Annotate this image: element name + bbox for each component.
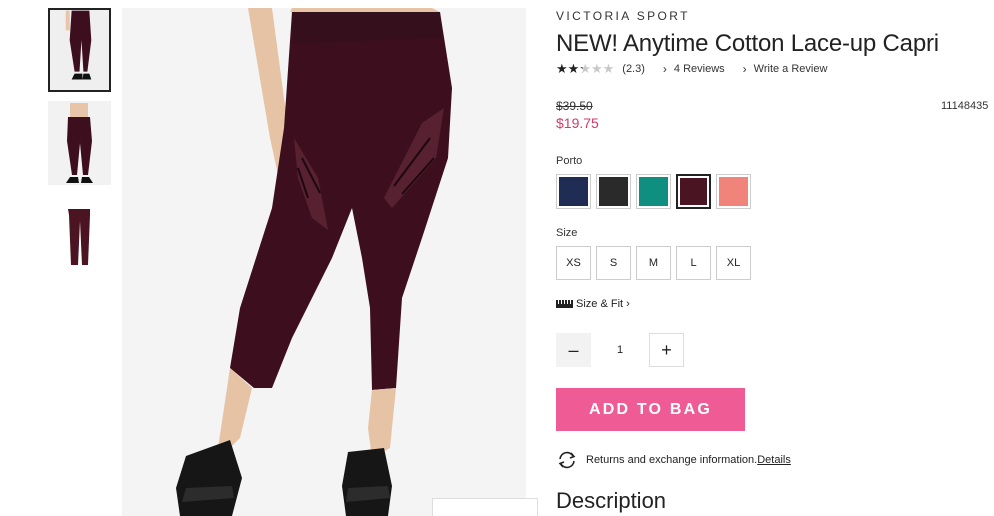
size-options: XS S M L XL <box>556 246 756 280</box>
quantity-value[interactable]: 1 <box>591 344 649 356</box>
thumbnail-back[interactable] <box>48 101 111 185</box>
returns-details-link[interactable]: Details <box>757 454 791 466</box>
color-swatches <box>556 174 756 209</box>
thumbnail-flat[interactable] <box>48 201 111 285</box>
sale-price: $19.75 <box>556 115 599 131</box>
exchange-icon <box>558 451 576 469</box>
description-heading[interactable]: Description <box>556 488 666 514</box>
star-rating: ★ ★ ★ ★ ★ <box>556 61 614 77</box>
main-product-image[interactable] <box>122 8 526 516</box>
write-review-label: Write a Review <box>753 63 828 75</box>
chevron-right-icon: › <box>662 62 667 76</box>
quantity-decrease-button[interactable]: – <box>556 333 591 367</box>
size-option-xs[interactable]: XS <box>556 246 591 280</box>
star-filled-icon: ★ <box>567 61 580 76</box>
swatch-coral[interactable] <box>716 174 751 209</box>
selected-color-label: Porto <box>556 155 583 167</box>
write-review-link[interactable]: › Write a Review <box>743 62 828 76</box>
leggings-flat-thumbnail <box>48 201 111 285</box>
size-option-s[interactable]: S <box>596 246 631 280</box>
product-title: NEW! Anytime Cotton Lace-up Capri <box>556 30 939 57</box>
size-option-xl[interactable]: XL <box>716 246 751 280</box>
star-filled-icon: ★ <box>556 61 568 76</box>
quantity-increase-button[interactable]: + <box>649 333 684 367</box>
star-empty-icon: ★ <box>602 61 615 76</box>
swatch-teal[interactable] <box>636 174 671 209</box>
model-wearing-capri-leggings-image <box>122 8 526 516</box>
size-label: Size <box>556 227 578 239</box>
swatch-porto[interactable] <box>676 174 711 209</box>
model-front-leggings-thumbnail <box>50 10 109 90</box>
size-option-l[interactable]: L <box>676 246 711 280</box>
swatch-navy[interactable] <box>556 174 591 209</box>
chevron-right-icon: › <box>626 298 630 310</box>
quantity-stepper: – 1 + <box>556 333 684 367</box>
original-price: $39.50 <box>556 99 593 113</box>
rating-row: ★ ★ ★ ★ ★ (2.3) › 4 Reviews › Write a Re… <box>556 61 827 77</box>
image-overlay-tab <box>432 498 538 516</box>
returns-info: Returns and exchange information. Detail… <box>556 451 791 469</box>
product-sku: 11148435 <box>941 100 989 112</box>
returns-text: Returns and exchange information. <box>586 454 758 466</box>
brand-name[interactable]: VICTORIA SPORT <box>556 9 690 23</box>
add-to-bag-button[interactable]: ADD TO BAG <box>556 388 745 431</box>
size-fit-label: Size & Fit <box>576 298 624 310</box>
rating-value: (2.3) <box>622 63 645 75</box>
reviews-link-label: 4 Reviews <box>673 63 725 75</box>
reviews-link[interactable]: › 4 Reviews <box>663 62 725 76</box>
size-option-m[interactable]: M <box>636 246 671 280</box>
star-partial-icon: ★ <box>579 61 591 76</box>
model-back-leggings-thumbnail <box>48 101 111 185</box>
size-fit-link[interactable]: Size & Fit › <box>556 298 630 310</box>
star-empty-icon: ★ <box>590 61 603 76</box>
ruler-icon <box>556 300 573 308</box>
swatch-black[interactable] <box>596 174 631 209</box>
thumbnail-front[interactable] <box>48 8 111 92</box>
chevron-right-icon: › <box>742 62 747 76</box>
